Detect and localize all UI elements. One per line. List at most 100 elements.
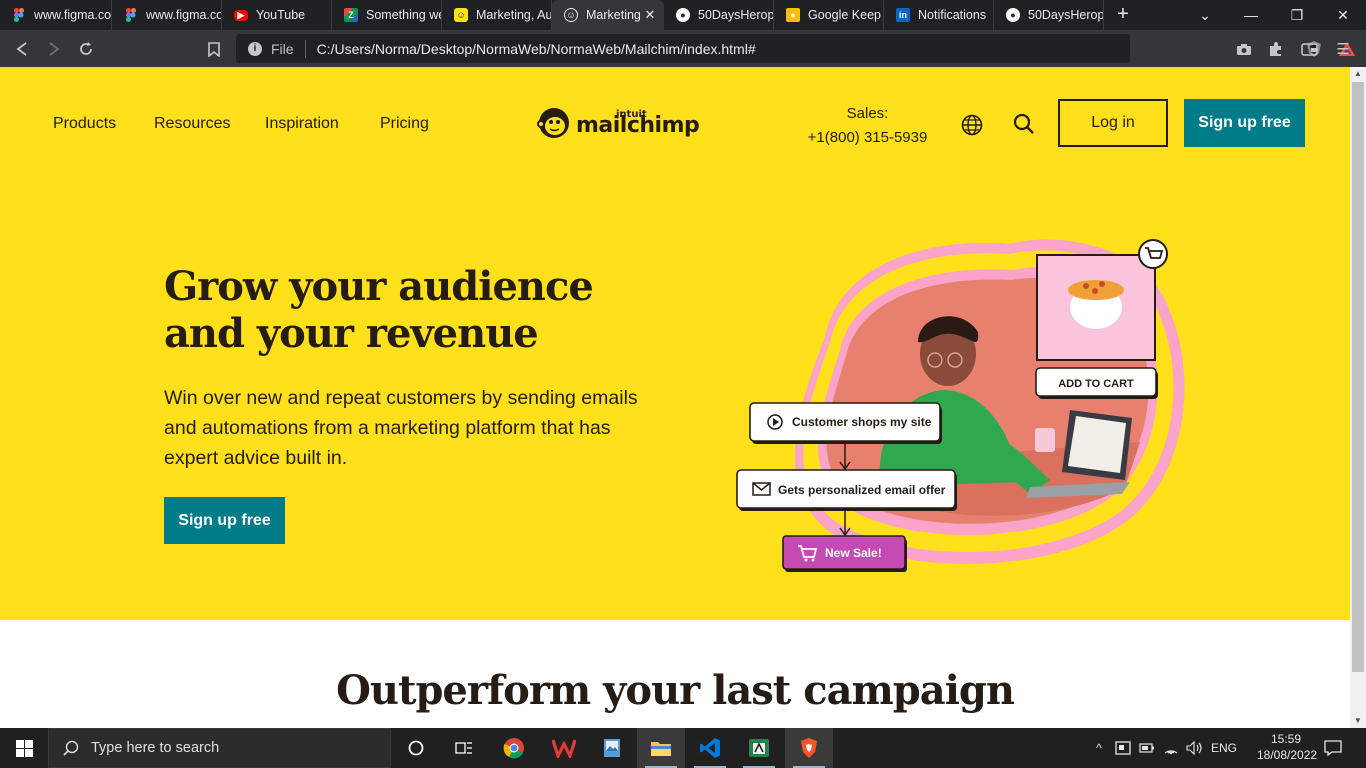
tab-title: 50DaysHerop <box>1028 8 1103 22</box>
cortana-icon[interactable] <box>392 728 440 768</box>
camera-icon[interactable] <box>1234 39 1254 59</box>
clock-time: 15:59 <box>1270 732 1302 746</box>
search-icon <box>63 740 79 756</box>
bookmark-icon[interactable] <box>203 38 225 60</box>
tab-github-2[interactable]: ● 50DaysHerop <box>994 0 1104 30</box>
minimize-button[interactable]: — <box>1228 0 1274 30</box>
taskbar-search-placeholder: Type here to search <box>91 740 220 756</box>
file-explorer-icon[interactable] <box>637 728 685 768</box>
task-view-icon[interactable] <box>440 728 488 768</box>
nav-resources[interactable]: Resources <box>154 115 230 133</box>
mug <box>1035 428 1055 452</box>
linkedin-icon: in <box>896 8 910 22</box>
windows-start-icon[interactable] <box>0 728 48 768</box>
close-tab-icon[interactable]: ✕ <box>642 7 658 23</box>
mailchimp-logo[interactable]: intuit mailchimp <box>536 104 700 140</box>
info-icon[interactable]: i <box>248 41 262 56</box>
scheme-label: File <box>271 40 294 57</box>
browser-tab-strip: www.figma.co www.figma.co ▶ YouTube Z So… <box>0 0 1366 30</box>
github-icon: ● <box>1006 8 1020 22</box>
page-viewport: Products Resources Inspiration Pricing i… <box>0 67 1350 728</box>
photos-app-icon[interactable] <box>588 728 636 768</box>
forward-icon[interactable] <box>43 38 65 60</box>
figma-icon <box>12 8 26 22</box>
brave-browser-icon[interactable] <box>785 728 833 768</box>
scroll-thumb[interactable] <box>1352 82 1364 672</box>
tab-title: 50DaysHerop <box>698 8 773 22</box>
sales-label: Sales: <box>846 105 889 122</box>
hero-signup-button[interactable]: Sign up free <box>164 497 285 544</box>
tab-title: www.figma.co <box>146 8 221 22</box>
volume-icon[interactable] <box>1183 728 1207 768</box>
address-bar[interactable]: i File C:/Users/Norma/Desktop/NormaWeb/N… <box>236 34 1355 63</box>
back-icon[interactable] <box>11 38 33 60</box>
app-store-icon[interactable] <box>735 728 783 768</box>
freddie-icon <box>537 108 569 138</box>
extensions-icon[interactable] <box>1266 39 1286 59</box>
new-tab-button[interactable]: + <box>1112 4 1134 26</box>
tray-app-icon[interactable] <box>1112 728 1134 768</box>
wifi-icon[interactable] <box>1160 728 1182 768</box>
reload-icon[interactable] <box>75 38 97 60</box>
nav-pricing[interactable]: Pricing <box>380 115 429 133</box>
tab-mailchimp-1[interactable]: ☺ Marketing, Au <box>442 0 552 30</box>
browser-toolbar: i File C:/Users/Norma/Desktop/NormaWeb/N… <box>0 30 1366 67</box>
globe-icon[interactable] <box>961 114 983 141</box>
tab-title: Google Keep <box>808 8 881 22</box>
sales-phone[interactable]: +1(800) 315-5939 <box>800 126 935 150</box>
step-2-label: Gets personalized email offer <box>778 483 946 497</box>
restore-button[interactable]: ❐ <box>1274 0 1320 30</box>
taskbar-search[interactable]: Type here to search <box>48 728 391 768</box>
mailchimp-icon: ☺ <box>454 8 468 22</box>
tab-title: Marketing <box>586 8 641 22</box>
logo-text: mailchimp <box>576 112 700 138</box>
keep-icon: ● <box>786 8 800 22</box>
nav-products[interactable]: Products <box>53 115 116 133</box>
hero-illustration: ADD TO CART Customer shops my site Gets … <box>736 239 1185 572</box>
menu-icon[interactable]: ☰ <box>1333 39 1353 59</box>
sales-info: Sales: +1(800) 315-5939 <box>800 102 935 150</box>
search-icon[interactable] <box>1013 113 1035 140</box>
chrome-icon[interactable] <box>490 728 538 768</box>
cart-icon <box>1138 239 1168 269</box>
step-1-label: Customer shops my site <box>792 415 932 429</box>
tab-mailchimp-active[interactable]: ☺ Marketing ✕ <box>552 0 664 30</box>
signup-button[interactable]: Sign up free <box>1184 99 1305 147</box>
headline-line-2: and your revenue <box>164 310 539 357</box>
scroll-up-arrow-icon[interactable]: ▲ <box>1350 67 1366 81</box>
tab-figma-1[interactable]: www.figma.co <box>0 0 112 30</box>
language-indicator[interactable]: ENG <box>1208 728 1240 768</box>
wps-office-icon[interactable] <box>540 728 588 768</box>
tab-title: Marketing, Au <box>476 8 551 22</box>
system-clock[interactable]: 15:59 18/08/2022 <box>1257 731 1317 763</box>
notifications-icon[interactable] <box>1318 728 1348 768</box>
wallet-icon[interactable] <box>1299 39 1319 59</box>
vscode-icon[interactable] <box>686 728 734 768</box>
headline-line-1: Grow your audience <box>164 263 594 310</box>
tab-github-1[interactable]: ● 50DaysHerop <box>664 0 774 30</box>
page-scrollbar[interactable]: ▲ ▼ <box>1350 67 1366 728</box>
login-button[interactable]: Log in <box>1058 99 1168 147</box>
tab-linkedin[interactable]: in Notifications <box>884 0 994 30</box>
close-window-button[interactable]: ✕ <box>1320 0 1366 30</box>
hero-headline: Grow your audience and your revenue <box>164 263 594 357</box>
tab-zoho[interactable]: Z Something we <box>332 0 442 30</box>
github-icon: ● <box>676 8 690 22</box>
nav-inspiration[interactable]: Inspiration <box>265 115 339 133</box>
tray-overflow-icon[interactable]: ^ <box>1089 728 1109 768</box>
scroll-down-arrow-icon[interactable]: ▼ <box>1350 714 1366 728</box>
divider <box>304 39 306 58</box>
hero-subtext: Win over new and repeat customers by sen… <box>164 387 638 469</box>
url-text[interactable]: C:/Users/Norma/Desktop/NormaWeb/NormaWeb… <box>317 41 1130 57</box>
tab-search-icon[interactable]: ⌄ <box>1182 0 1228 30</box>
tab-title: YouTube <box>256 8 306 22</box>
tab-title: Something we <box>366 8 441 22</box>
step-3-label: New Sale! <box>825 546 882 560</box>
battery-icon[interactable] <box>1136 728 1158 768</box>
mailchimp-icon: ☺ <box>564 8 578 22</box>
tab-youtube[interactable]: ▶ YouTube <box>222 0 332 30</box>
tab-google-keep[interactable]: ● Google Keep <box>774 0 884 30</box>
add-to-cart-label: ADD TO CART <box>1058 378 1134 390</box>
tab-figma-2[interactable]: www.figma.co <box>112 0 222 30</box>
hero-section: Products Resources Inspiration Pricing i… <box>0 67 1350 620</box>
